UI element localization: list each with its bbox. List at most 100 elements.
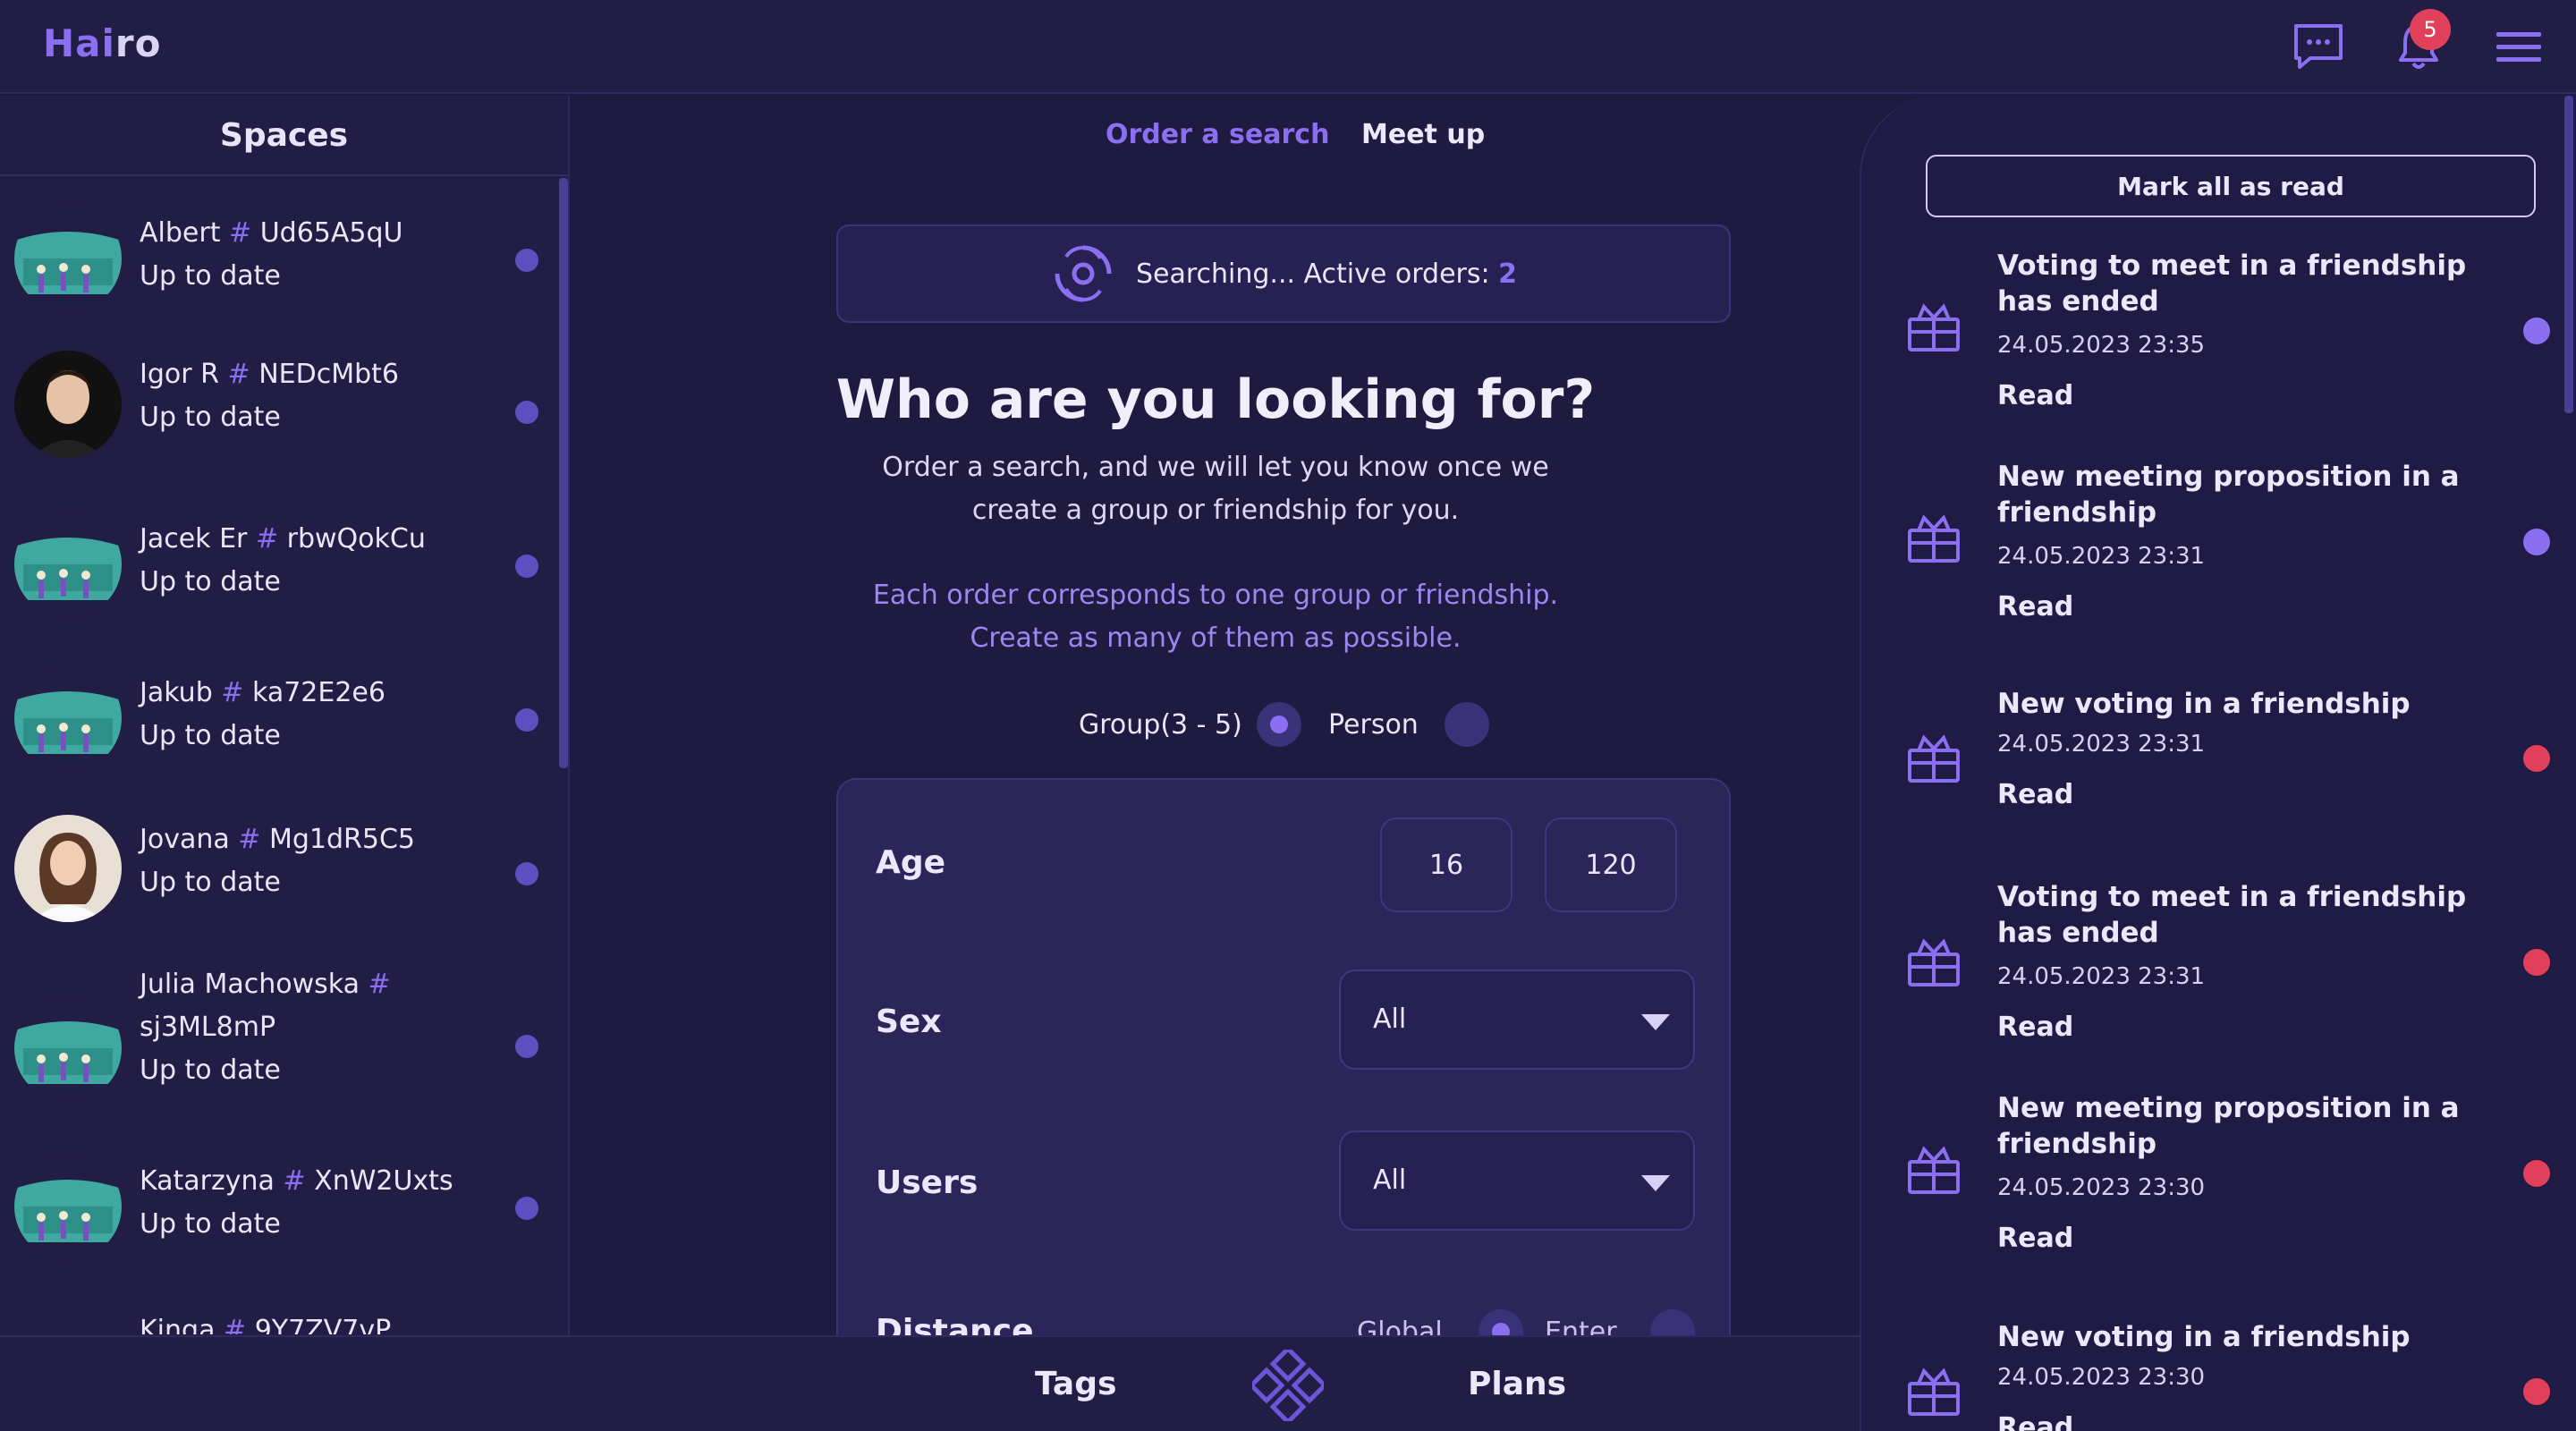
spaces-sidebar: Spaces Albert # Ud65A5qU Up to date Igor… [0,96,570,1335]
notifications-bell-icon[interactable]: 5 [2392,9,2451,73]
space-code: ka72E2e6 [251,677,386,708]
space-item[interactable]: Jovana # Mg1dR5C5 Up to date [0,808,555,933]
sidebar-scrollbar[interactable] [559,178,568,768]
notification-read-link[interactable]: Read [1997,1412,2073,1431]
notification-read-link[interactable]: Read [1997,779,2073,810]
sex-select[interactable]: All [1339,970,1695,1070]
unread-dot [515,249,538,272]
notifications-scrollbar[interactable] [2564,96,2573,413]
space-item[interactable]: Katarzyna # XnW2Uxts Up to date [0,1142,555,1267]
tags-button[interactable]: Tags [1035,1366,1116,1402]
unread-dot [2523,1160,2550,1187]
notification-read-link[interactable]: Read [1997,591,2073,622]
radio-group[interactable] [1257,702,1301,747]
users-select-value: All [1373,1164,1407,1196]
space-user-name: Jacek Er [140,523,248,555]
unread-dot [2523,1378,2550,1405]
space-name: Katarzyna # XnW2Uxts Up to date [140,1160,497,1246]
space-status: Up to date [140,1208,281,1240]
active-orders-count: 2 [1498,258,1518,290]
unread-dot [515,555,538,578]
notification-read-link[interactable]: Read [1997,1012,2073,1043]
hash-symbol: # [229,217,252,249]
chat-icon[interactable] [2292,20,2345,73]
notification-date: 24.05.2023 23:31 [1997,731,2206,758]
radio-label-group: Group(3 - 5) [1079,709,1242,741]
space-user-name: Kinga [140,1315,216,1334]
page-hint: Each order corresponds to one group or f… [872,580,1559,654]
space-code: sj3ML8mP [140,1012,276,1043]
space-code: XnW2Uxts [314,1165,453,1197]
search-status-text: Searching... Active orders: 2 [1136,258,1517,290]
space-status: Up to date [140,867,281,898]
space-code: 9Y7ZV7vP [254,1315,392,1334]
gift-icon [1908,514,1960,563]
space-name: Jacek Er # rbwQokCu Up to date [140,518,497,604]
main-content: Order a search Meet up Searching... Acti… [572,96,1860,1335]
space-item[interactable]: Jacek Er # rbwQokCu Up to date [0,500,555,625]
distance-label: Distance [876,1313,1034,1335]
notification-read-link[interactable]: Read [1997,380,2073,411]
tab-meet-up[interactable]: Meet up [1361,119,1485,150]
page-subtitle: Order a search, and we will let you know… [882,452,1549,526]
hash-symbol: # [221,677,244,708]
radio-distance-global[interactable] [1479,1309,1523,1335]
unread-dot [2523,529,2550,555]
space-item[interactable]: Julia Machowska # sj3ML8mP Up to date [0,954,555,1115]
top-header: Hairo 5 [0,0,2576,94]
notification-date: 24.05.2023 23:31 [1997,963,2206,990]
space-name: Julia Machowska # sj3ML8mP Up to date [140,963,408,1092]
gift-icon [1908,938,1960,986]
notification-title: Voting to meet in a friendship has ended [1997,881,2467,949]
radio-label-person: Person [1328,709,1419,741]
app-logo[interactable]: Hairo [43,21,161,65]
unread-dot [515,1035,538,1058]
age-min-input[interactable]: 16 [1380,817,1513,912]
user-avatar [14,815,122,922]
distance-enter-label: Enter [1545,1317,1617,1335]
unread-dot [515,401,538,424]
users-select[interactable]: All [1339,1130,1695,1231]
space-item[interactable]: Kinga # 9Y7ZV7vP [0,1299,555,1334]
space-status: Up to date [140,1054,281,1086]
unread-dot [515,708,538,732]
notification-title: New voting in a friendship [1997,1321,2411,1353]
radio-person[interactable] [1445,702,1489,747]
users-label: Users [876,1164,979,1201]
age-max-input[interactable]: 120 [1545,817,1677,912]
notification-date: 24.05.2023 23:30 [1997,1364,2206,1391]
gift-icon [1908,734,1960,783]
space-name: Jovana # Mg1dR5C5 Up to date [140,818,497,904]
user-avatar [14,351,122,458]
notification-read-link[interactable]: Read [1997,1223,2073,1254]
gift-icon [1908,303,1960,351]
hash-symbol: # [227,359,250,390]
plans-button[interactable]: Plans [1468,1366,1566,1402]
tab-order-a-search[interactable]: Order a search [1106,119,1329,150]
space-item[interactable]: Igor R # NEDcMbt6 Up to date [0,346,555,471]
home-diamond-icon[interactable] [1248,1345,1328,1426]
hamburger-menu-icon[interactable] [2492,20,2546,73]
space-item[interactable]: Albert # Ud65A5qU Up to date [0,194,555,319]
hash-symbol: # [238,824,261,855]
space-status: Up to date [140,566,281,597]
group-avatar [14,995,122,1102]
space-name: Jakub # ka72E2e6 Up to date [140,672,497,758]
notification-date: 24.05.2023 23:30 [1997,1174,2206,1201]
notification-date: 24.05.2023 23:31 [1997,543,2206,570]
sex-label: Sex [876,1003,942,1040]
space-item[interactable]: Jakub # ka72E2e6 Up to date [0,654,555,779]
unread-dot [515,1197,538,1220]
space-name: Albert # Ud65A5qU Up to date [140,212,497,298]
space-user-name: Jakub [140,677,213,708]
search-status-label: Searching... Active orders: [1135,258,1490,290]
notification-date: 24.05.2023 23:35 [1997,332,2206,359]
search-status-box: Searching... Active orders: 2 [836,224,1731,323]
notification-title: New voting in a friendship [1997,688,2411,720]
mark-all-read-button[interactable]: Mark all as read [1926,155,2536,217]
logo-text-part1: Hai [43,21,115,65]
radio-selected-indicator [1270,716,1288,733]
space-code: rbwQokCu [286,523,426,555]
unread-dot [2523,318,2550,344]
radio-distance-enter[interactable] [1650,1309,1695,1335]
